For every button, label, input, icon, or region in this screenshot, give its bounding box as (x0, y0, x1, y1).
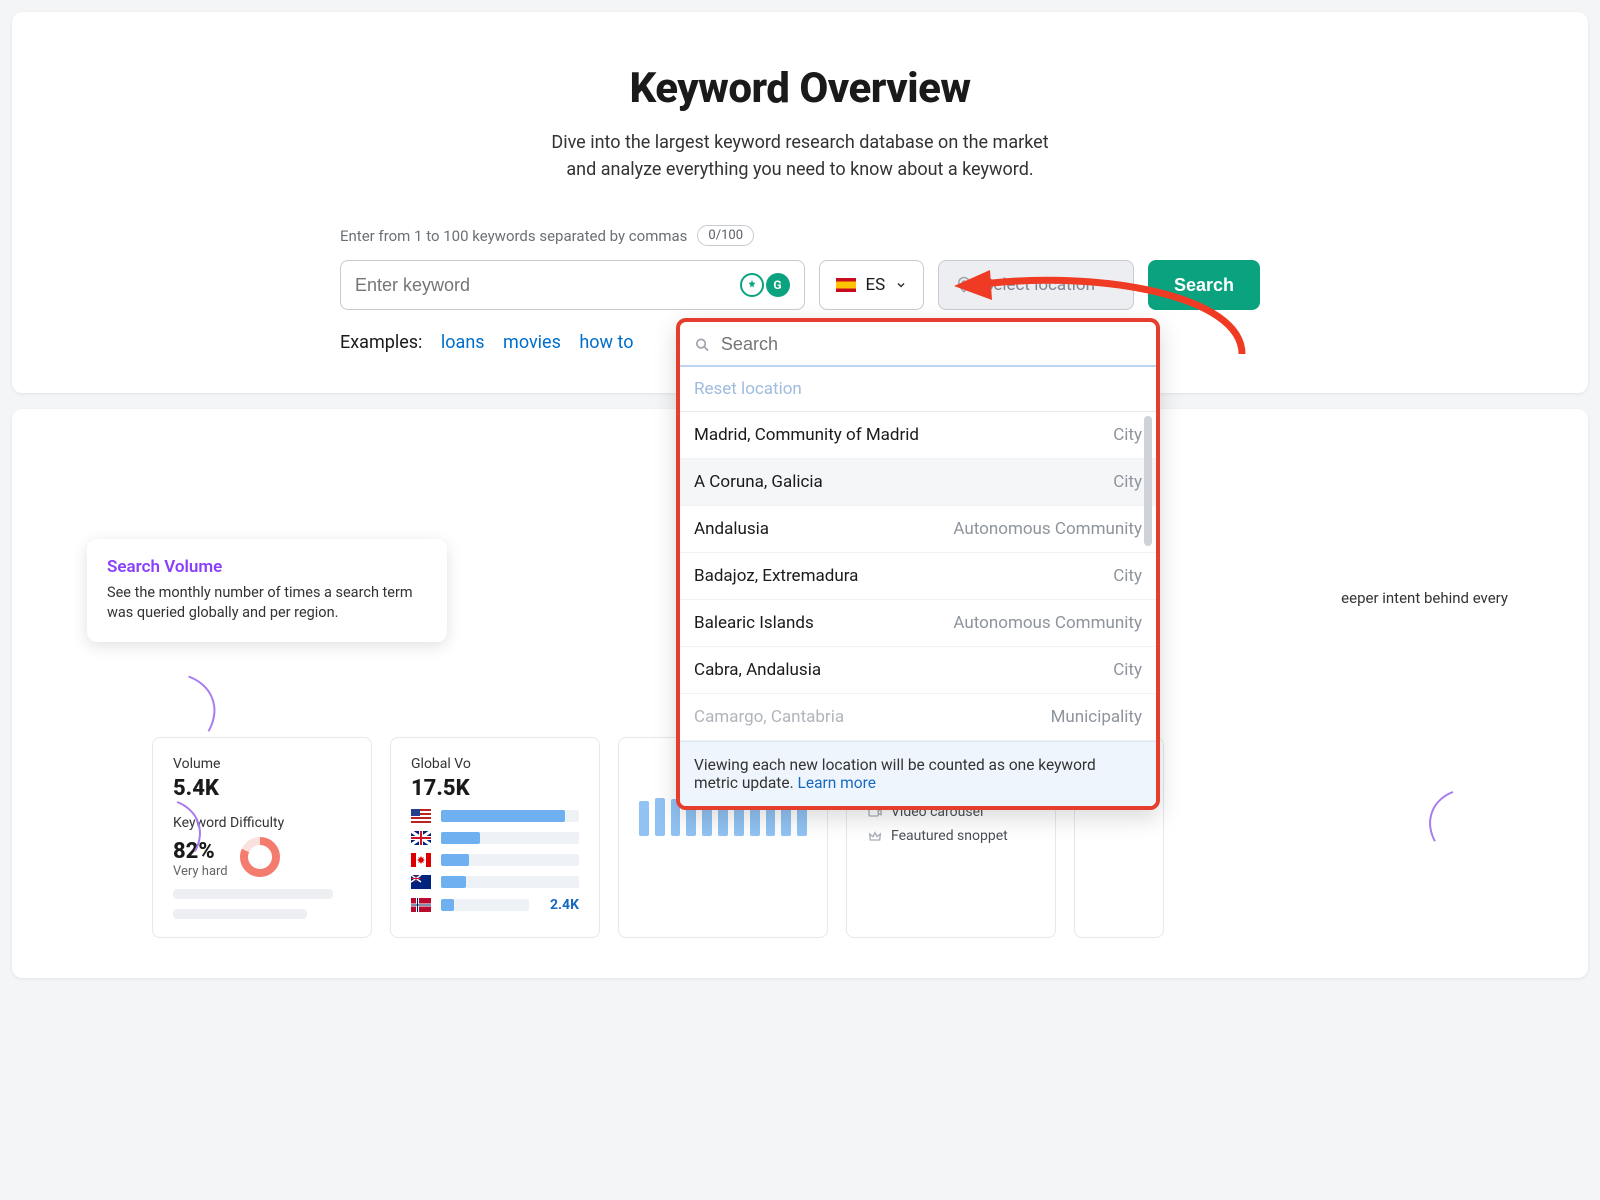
location-option[interactable]: Badajoz, ExtremaduraCity (680, 553, 1156, 600)
location-option[interactable]: Balearic IslandsAutonomous Community (680, 600, 1156, 647)
volume-tooltip: Search Volume See the monthly number of … (87, 539, 447, 642)
hero-card: Keyword Overview Dive into the largest k… (12, 12, 1588, 393)
flag-gb-icon (411, 831, 431, 845)
difficulty-donut-icon (238, 835, 282, 879)
country-row (411, 875, 579, 889)
learn-more-link[interactable]: Learn more (798, 774, 876, 792)
intent-tooltip-fragment: eeper intent behind every (1341, 589, 1508, 607)
location-list: Madrid, Community of MadridCity A Coruna… (680, 412, 1156, 741)
keyword-input[interactable] (355, 275, 732, 296)
grammarly-icon (740, 273, 764, 297)
flag-au-icon (411, 875, 431, 889)
page-title: Keyword Overview (52, 64, 1548, 113)
grammarly-g-icon: G (766, 273, 790, 297)
country-row: 2.4K (411, 897, 579, 913)
scrollbar[interactable] (1144, 416, 1152, 546)
page-subtitle: Dive into the largest keyword research d… (52, 129, 1548, 183)
global-volume-metric: Global Vo 17.5K (390, 737, 600, 938)
location-option[interactable]: AndalusiaAutonomous Community (680, 506, 1156, 553)
crown-icon (867, 828, 883, 844)
country-row (411, 831, 579, 845)
search-button[interactable]: Search (1148, 260, 1260, 310)
country-row (411, 809, 579, 823)
grammarly-icons: G (740, 273, 790, 297)
keyword-input-wrap[interactable]: G (340, 260, 805, 310)
country-row (411, 853, 579, 867)
location-option[interactable]: Camargo, CantabriaMunicipality (680, 694, 1156, 741)
reset-location[interactable]: Reset location (680, 367, 1156, 412)
location-option[interactable]: Madrid, Community of MadridCity (680, 412, 1156, 459)
keyword-hint: Enter from 1 to 100 keywords separated b… (340, 225, 1260, 246)
keyword-counter: 0/100 (697, 225, 754, 246)
country-select[interactable]: ES (819, 260, 925, 310)
dropdown-footer: Viewing each new location will be counte… (680, 741, 1156, 806)
flag-es-icon (836, 278, 856, 292)
example-link[interactable]: how to (579, 332, 633, 353)
pin-icon (955, 276, 973, 294)
search-icon (694, 336, 711, 354)
example-link[interactable]: movies (503, 332, 561, 353)
location-dropdown: Reset location Madrid, Community of Madr… (676, 318, 1160, 810)
flag-us-icon (411, 809, 431, 823)
location-option[interactable]: Cabra, AndalusiaCity (680, 647, 1156, 694)
flag-ca-icon (411, 853, 431, 867)
location-option[interactable]: A Coruna, GaliciaCity (680, 459, 1156, 506)
chevron-down-icon (1105, 279, 1117, 291)
flag-no-icon (411, 898, 431, 912)
chevron-down-icon (895, 279, 907, 291)
example-link[interactable]: loans (441, 332, 485, 353)
location-search-input[interactable] (721, 334, 1142, 355)
location-select[interactable]: Select location (938, 260, 1134, 310)
